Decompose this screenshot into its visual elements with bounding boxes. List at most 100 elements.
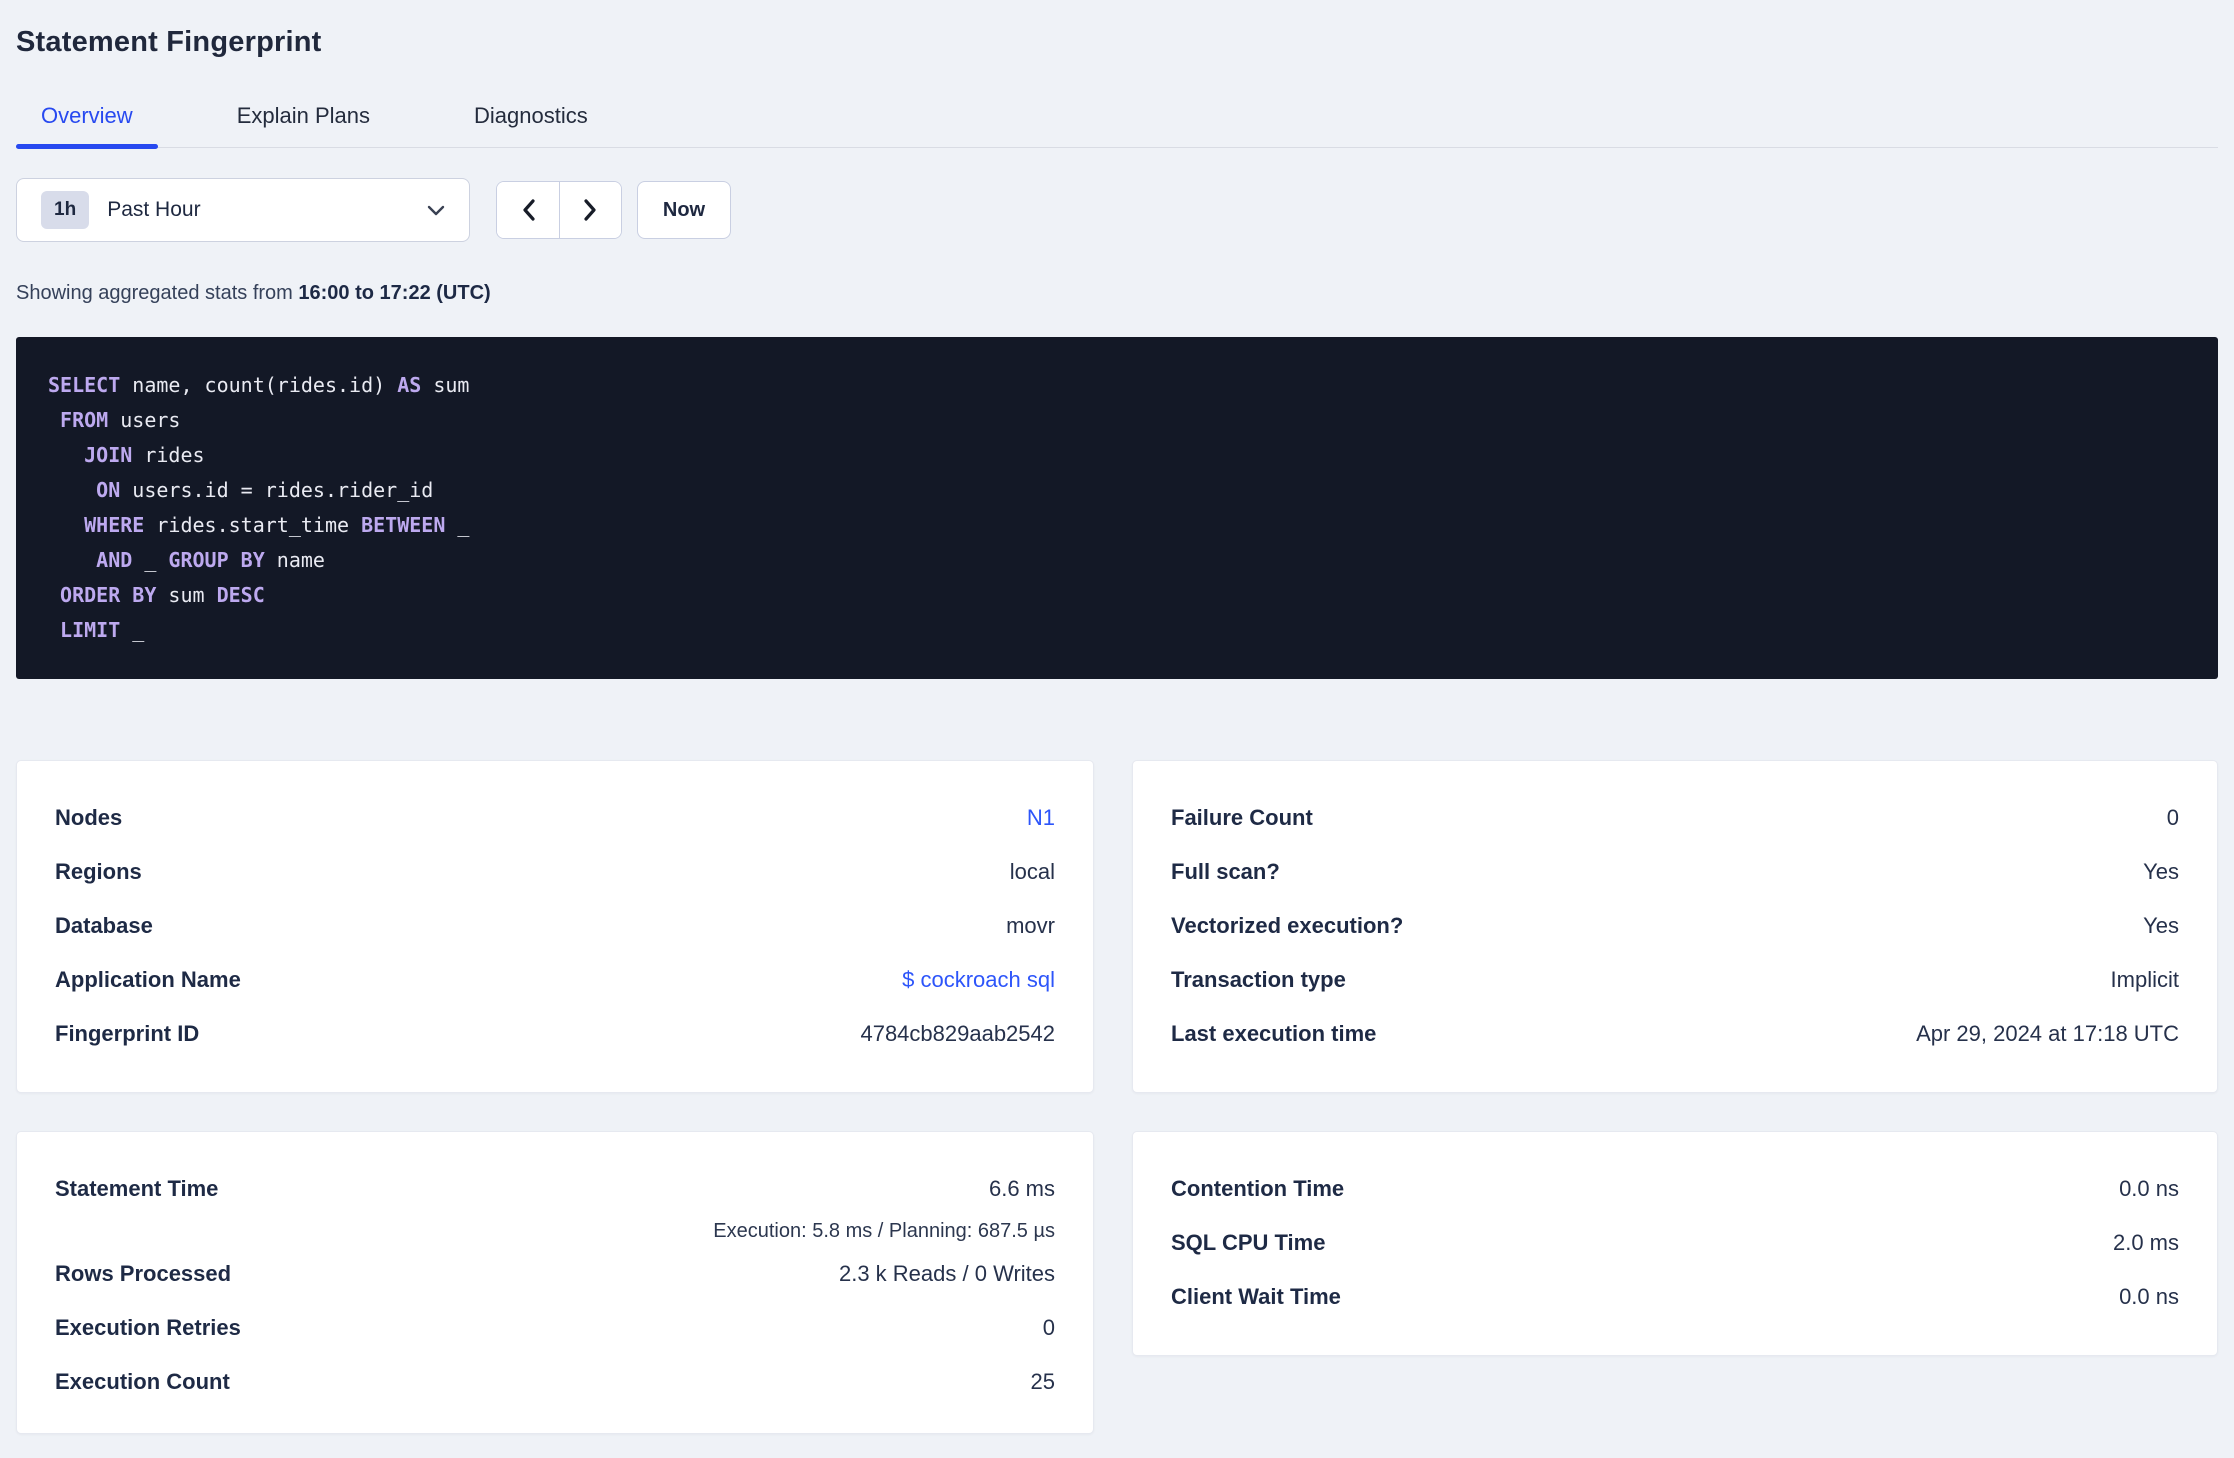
time-interval-label: Past Hour [107,198,201,221]
row-label: Nodes [55,805,123,830]
sql-keyword: JOIN [84,443,133,467]
value-text: 2.0 ms [2112,1230,2179,1255]
stats-caption-prefix: Showing aggregated stats from [16,282,299,304]
chevron-right-icon [583,198,598,222]
value-text: Yes [2143,913,2179,938]
row-label: Client Wait Time [1171,1284,1341,1309]
table-row: Transaction type Implicit [1171,953,2179,1007]
time-interval-badge: 1h [41,191,90,229]
card-execution-attributes: Failure Count 0 Full scan? Yes Vectorized ex… [1132,760,2218,1093]
row-value: Yes [2143,913,2179,939]
card-statement-stats: Statement Time 6.6 ms Execution: 5.8 ms / … [16,1131,1094,1434]
value-text: 2.3 k Reads / 0 Writes [838,1261,1055,1286]
sql-keyword: DESC [216,583,265,607]
page-title: Statement Fingerprint [16,26,322,58]
row-sub-value: Execution: 5.8 ms / Planning: 687.5 µs [713,1220,1055,1242]
value-text: movr [1006,913,1055,938]
now-button[interactable]: Now [637,181,731,239]
sql-keyword: FROM [60,408,109,432]
row-label: Transaction type [1171,967,1346,992]
row-label: Database [55,913,153,938]
sql-line: AND _ GROUP BY name [96,548,325,572]
row-value: 0.0 ns [2119,1176,2179,1202]
value-text: Implicit [2110,967,2179,992]
row-value: 4784cb829aab2542 [860,1021,1055,1047]
sql-keyword: AND [96,548,133,572]
row-label: Fingerprint ID [55,1021,200,1046]
sql-line: SELECT name, count(rides.id) AS sum [48,373,470,397]
card-overview-details: Nodes N1 Regions local Database movr Applicati… [16,760,1094,1093]
time-interval-dropdown[interactable]: 1h Past Hour [16,178,470,242]
row-label: Vectorized execution? [1171,913,1404,938]
sql-keyword: WHERE [84,513,145,537]
sql-line: JOIN rides [84,443,205,467]
sql-keyword: AS [397,373,422,397]
table-row: Vectorized execution? Yes [1171,899,2179,953]
sql-keyword: LIMIT [60,618,121,642]
stats-caption: Showing aggregated stats from 16:00 to 1… [16,282,2218,305]
sql-keyword: BETWEEN [361,513,446,537]
card-timing-stats: Contention Time 0.0 ns SQL CPU Time 2.0 ms C… [1132,1131,2218,1356]
table-row: Contention Time 0.0 ns [1171,1162,2179,1216]
row-value: 6.6 ms Execution: 5.8 ms / Planning: 687.… [713,1162,1055,1247]
row-label: Statement Time [55,1176,219,1201]
time-controls: 1h Past Hour Now [16,178,2218,242]
row-value: Apr 29, 2024 at 17:18 UTC [1916,1021,2179,1047]
value-text: 0 [1042,1315,1055,1340]
row-value: 25 [1031,1369,1055,1395]
table-row: Application Name $ cockroach sql [55,953,1055,1007]
sql-keyword: ON [96,478,121,502]
tab-overview[interactable]: Overview [16,103,158,149]
prev-time-button[interactable] [497,182,559,238]
value-link[interactable]: N1 [1027,805,1055,830]
sql-line: ON users.id = rides.rider_id [96,478,434,502]
sql-keyword: ORDER BY [60,583,157,607]
value-text: Yes [2143,859,2179,884]
row-label: Rows Processed [55,1261,232,1286]
sql-keyword: SELECT [48,373,121,397]
value-text: 4784cb829aab2542 [860,1021,1055,1046]
stats-caption-range: 16:00 to 17:22 (UTC) [298,282,491,304]
row-label: Failure Count [1171,805,1313,830]
sql-keyword: GROUP BY [168,548,265,572]
row-value: 0 [2167,805,2179,831]
table-row: Failure Count 0 [1171,791,2179,845]
tab-bar: Overview Explain Plans Diagnostics [16,103,2218,149]
tab-diagnostics[interactable]: Diagnostics [449,103,613,147]
statement-fingerprint-page: Statement Fingerprint Overview Explain Pl… [0,0,2234,1458]
table-row: Statement Time 6.6 ms Execution: 5.8 ms / … [55,1162,1055,1247]
table-row: Last execution time Apr 29, 2024 at 17:18… [1171,1007,2179,1061]
row-label: Contention Time [1171,1176,1345,1201]
row-label: Execution Retries [55,1315,241,1340]
table-row: Nodes N1 [55,791,1055,845]
tab-explain-plans[interactable]: Explain Plans [212,103,395,147]
row-value: 2.3 k Reads / 0 Writes [839,1261,1055,1287]
row-value: Implicit [2111,967,2179,993]
sql-line: WHERE rides.start_time BETWEEN _ [84,513,470,537]
row-value: 0.0 ns [2119,1284,2179,1310]
table-row: Execution Count 25 [55,1355,1055,1409]
table-row: SQL CPU Time 2.0 ms [1171,1216,2179,1270]
sql-line: FROM users [60,408,181,432]
sql-line: ORDER BY sum DESC [60,583,265,607]
table-row: Execution Retries 0 [55,1301,1055,1355]
value-link[interactable]: $ cockroach sql [902,967,1055,992]
row-label: Regions [55,859,142,884]
row-label: Last execution time [1171,1021,1377,1046]
row-label: Full scan? [1171,859,1280,884]
next-time-button[interactable] [559,182,621,238]
table-row: Client Wait Time 0.0 ns [1171,1270,2179,1324]
row-value: 0 [1043,1315,1055,1341]
row-label: SQL CPU Time [1171,1230,1326,1255]
row-value: N1 [1027,805,1055,831]
value-text: local [1009,859,1055,884]
chevron-left-icon [521,198,536,222]
row-value: $ cockroach sql [902,967,1055,993]
table-row: Full scan? Yes [1171,845,2179,899]
time-step-button-group [496,181,622,239]
value-text: 0.0 ns [2119,1176,2179,1201]
sql-statement-box: SELECT name, count(rides.id) AS sum FROM… [16,337,2218,679]
value-text: 0.0 ns [2119,1284,2179,1309]
row-value: movr [1006,913,1055,939]
row-value: Yes [2143,859,2179,885]
